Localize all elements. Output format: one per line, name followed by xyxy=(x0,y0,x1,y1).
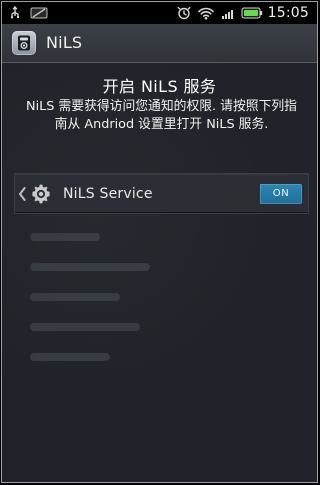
toggle-track xyxy=(216,183,260,204)
signal-icon xyxy=(220,5,236,21)
main-content: 开启 NiLS 服务 NiLS 需要获得访问您通知的权限. 请按照下列指南从 A… xyxy=(2,63,317,482)
status-bar: 15:05 xyxy=(2,2,317,24)
wifi-icon xyxy=(197,5,215,21)
row-label: NiLS Service xyxy=(63,185,153,202)
usb-icon xyxy=(8,6,22,20)
row-left: NiLS Service xyxy=(15,174,153,213)
ghost-line xyxy=(30,323,140,331)
phone-screen: 15:05 NiLS 开启 NiLS 服务 NiLS 需要获得访问您通知的权限.… xyxy=(1,1,318,483)
alarm-icon xyxy=(176,5,192,21)
toggle-on-segment: ON xyxy=(260,183,302,204)
toggle-on-text: ON xyxy=(272,188,290,199)
nils-service-toggle[interactable]: ON xyxy=(216,183,302,204)
no-signal-icon xyxy=(30,6,48,20)
status-left xyxy=(2,6,48,20)
ghost-line xyxy=(30,233,100,241)
nils-service-row[interactable]: NiLS Service ON xyxy=(14,173,309,214)
intro-text: NiLS 需要获得访问您通知的权限. 请按照下列指南从 Andriod 设置里打… xyxy=(26,99,297,132)
battery-text xyxy=(241,7,263,19)
app-bar: NiLS xyxy=(2,24,317,63)
background-ghost-list xyxy=(20,223,300,403)
nils-app-icon[interactable] xyxy=(12,31,36,55)
gear-icon xyxy=(29,182,53,206)
status-right: 15:05 xyxy=(176,2,317,24)
battery-icon xyxy=(241,7,263,19)
ghost-line xyxy=(30,263,150,271)
ghost-line xyxy=(30,293,120,301)
app-title: NiLS xyxy=(46,33,83,52)
ghost-line xyxy=(30,353,110,361)
intro-title: 开启 NiLS 服务 xyxy=(102,77,217,96)
chevron-left-icon xyxy=(17,186,27,202)
status-time: 15:05 xyxy=(267,5,309,21)
